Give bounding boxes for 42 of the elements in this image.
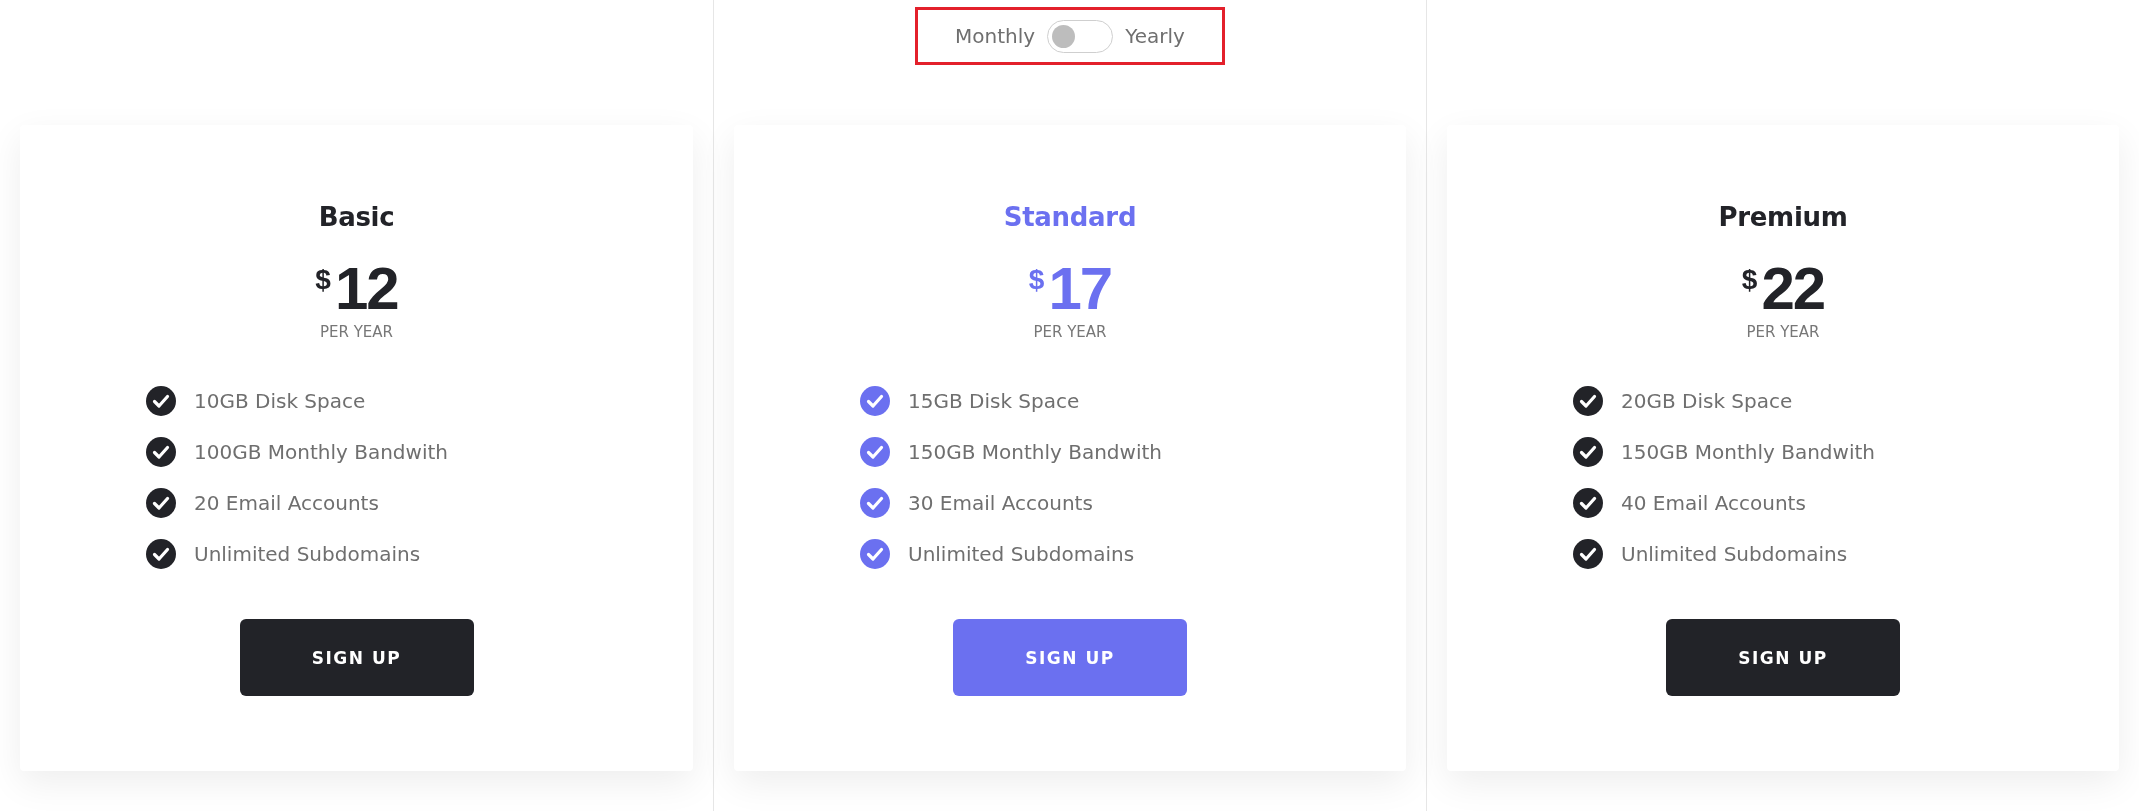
billing-period: PER YEAR bbox=[318, 322, 394, 342]
plan-name: Premium bbox=[1717, 201, 1849, 234]
price-amount: 22 bbox=[1761, 258, 1825, 320]
feature-text: 10GB Disk Space bbox=[194, 387, 366, 414]
feature-text: 40 Email Accounts bbox=[1621, 489, 1806, 516]
currency-symbol: $ bbox=[315, 266, 331, 294]
currency-symbol: $ bbox=[1028, 266, 1045, 294]
plan-name: Standard bbox=[1002, 201, 1138, 234]
feature-text: Unlimited Subdomains bbox=[194, 540, 421, 567]
billing-period: PER YEAR bbox=[1032, 322, 1108, 342]
check-icon bbox=[1573, 538, 1603, 569]
price-amount: 12 bbox=[334, 258, 398, 320]
sign-up-button[interactable]: SIGN UP bbox=[953, 619, 1187, 696]
check-icon bbox=[146, 538, 176, 569]
plan-name: Basic bbox=[317, 201, 396, 234]
sign-up-button[interactable]: SIGN UP bbox=[239, 619, 474, 696]
feature-text: 20GB Disk Space bbox=[1621, 387, 1793, 414]
sign-up-button[interactable]: SIGN UP bbox=[1666, 619, 1900, 696]
billing-option-label: Monthly bbox=[955, 24, 1036, 48]
feature-text: 20 Email Accounts bbox=[194, 489, 379, 516]
check-icon bbox=[860, 385, 890, 416]
billing-option-label: Yearly bbox=[1125, 24, 1185, 48]
feature-text: 100GB Monthly Bandwith bbox=[194, 438, 448, 465]
check-icon bbox=[860, 487, 890, 518]
feature-text: 150GB Monthly Bandwith bbox=[908, 438, 1162, 465]
currency-symbol: $ bbox=[1741, 266, 1758, 294]
check-icon bbox=[1573, 487, 1603, 518]
check-icon bbox=[1573, 436, 1603, 467]
feature-text: Unlimited Subdomains bbox=[1621, 540, 1848, 567]
price-amount: 17 bbox=[1048, 258, 1112, 320]
check-icon bbox=[146, 487, 176, 518]
check-icon bbox=[1573, 385, 1603, 416]
check-icon bbox=[860, 538, 890, 569]
feature-text: 30 Email Accounts bbox=[908, 489, 1093, 516]
feature-text: Unlimited Subdomains bbox=[908, 540, 1135, 567]
toggle-switch[interactable] bbox=[1047, 19, 1114, 53]
feature-text: 15GB Disk Space bbox=[908, 387, 1080, 414]
check-icon bbox=[146, 436, 176, 467]
check-icon bbox=[146, 385, 176, 416]
billing-period: PER YEAR bbox=[1745, 322, 1821, 342]
check-icon bbox=[860, 436, 890, 467]
feature-text: 150GB Monthly Bandwith bbox=[1621, 438, 1875, 465]
